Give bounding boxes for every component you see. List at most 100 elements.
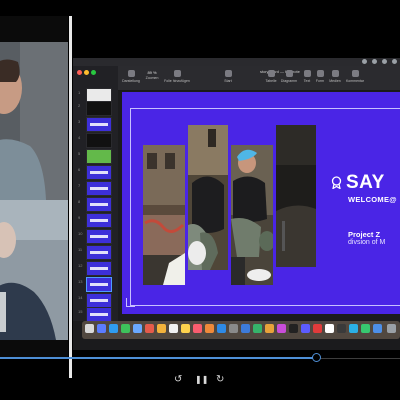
- toolbar-button-comment[interactable]: Kommentar: [344, 70, 366, 84]
- podcasts-icon[interactable]: [277, 324, 286, 333]
- minimize-window-icon[interactable]: [84, 70, 89, 75]
- photos-icon[interactable]: [157, 324, 166, 333]
- video-progress-played[interactable]: [0, 357, 316, 359]
- slide-thumbnail[interactable]: [86, 197, 112, 212]
- facetime-icon[interactable]: [361, 324, 370, 333]
- toolbar-button-shape[interactable]: Form: [314, 70, 326, 84]
- pause-icon[interactable]: ❚❚: [195, 375, 208, 385]
- slide-number: 7: [78, 183, 81, 188]
- menubar-icon[interactable]: [382, 59, 387, 64]
- photo-strip[interactable]: [143, 145, 185, 285]
- toolbar-button-text[interactable]: Text: [301, 70, 313, 84]
- award-icon: [331, 176, 342, 189]
- slide-number: 3: [78, 119, 81, 124]
- toolbar-button-table[interactable]: Tabelle: [264, 70, 278, 84]
- launchpad-icon[interactable]: [97, 324, 106, 333]
- slide-number: 8: [78, 199, 81, 204]
- photo-strip[interactable]: [231, 145, 273, 285]
- slide-thumbnail[interactable]: [86, 133, 112, 148]
- slide-frame-corner: [126, 298, 135, 307]
- settings-icon[interactable]: [229, 324, 238, 333]
- slide-thumbnail[interactable]: [86, 117, 112, 132]
- toolbar-label: Text: [303, 79, 311, 83]
- trash-icon[interactable]: [387, 324, 396, 333]
- slide-number: 13: [78, 279, 83, 284]
- notes-icon[interactable]: [181, 324, 190, 333]
- thumbnail-text: [90, 267, 108, 270]
- slide-thumbnail[interactable]: [86, 307, 112, 322]
- slide-thumbnail[interactable]: [86, 245, 112, 260]
- rewind-icon[interactable]: ↺: [174, 375, 182, 385]
- terminal-icon[interactable]: [289, 324, 298, 333]
- split-divider[interactable]: [69, 16, 72, 378]
- slide-number: 4: [78, 135, 81, 140]
- slide-thumbnail[interactable]: [86, 261, 112, 276]
- video-progress-remaining[interactable]: [316, 358, 400, 359]
- thumbnail-text: [90, 203, 108, 206]
- mail-icon[interactable]: [133, 324, 142, 333]
- teams-icon[interactable]: [301, 324, 310, 333]
- toolbar-label: Folie hinzufügen: [164, 79, 190, 83]
- app-store-icon[interactable]: [217, 324, 226, 333]
- toolbar-button-zoom[interactable]: 89 % Zoomen: [142, 70, 162, 84]
- thumbnail-text: [90, 219, 108, 222]
- forward-icon[interactable]: ↻: [216, 375, 224, 385]
- street-photo: [276, 125, 316, 267]
- messages-icon[interactable]: [121, 324, 130, 333]
- project-name: Project Z: [348, 230, 381, 239]
- participant-video-bottom[interactable]: [0, 200, 68, 340]
- pages-icon[interactable]: [265, 324, 274, 333]
- toolbar-label: Tabelle: [265, 79, 277, 83]
- video-playhead[interactable]: [312, 353, 321, 362]
- slide-thumbnail[interactable]: [86, 293, 112, 308]
- menubar-icon[interactable]: [392, 59, 397, 64]
- thumbnail-text: [90, 313, 108, 316]
- menubar-icon[interactable]: [362, 59, 367, 64]
- top-bar: [0, 0, 400, 16]
- maximize-window-icon[interactable]: [91, 70, 96, 75]
- photo-strip[interactable]: [276, 125, 316, 267]
- slide-thumbnail[interactable]: [86, 213, 112, 228]
- music-icon[interactable]: [193, 324, 202, 333]
- zoom-app-icon[interactable]: [349, 324, 358, 333]
- play-icon: [224, 70, 232, 77]
- safari-icon[interactable]: [109, 324, 118, 333]
- slide-thumbnail[interactable]: [86, 101, 112, 116]
- books-icon[interactable]: [205, 324, 214, 333]
- camera-icon[interactable]: [337, 324, 346, 333]
- slide-number: 10: [78, 231, 83, 236]
- participant-video-top[interactable]: [0, 42, 68, 200]
- comment-icon: [351, 70, 359, 77]
- shape-icon: [316, 70, 324, 77]
- menubar-icon[interactable]: [372, 59, 377, 64]
- slide-thumbnail[interactable]: [86, 229, 112, 244]
- slide-thumbnail[interactable]: [86, 149, 112, 164]
- person-silhouette-icon: [0, 42, 68, 200]
- slide-number: 14: [78, 295, 83, 300]
- toolbar-button-view[interactable]: Darstellung: [120, 70, 142, 84]
- keynote-icon[interactable]: [241, 324, 250, 333]
- slide-thumbnail[interactable]: [86, 165, 112, 180]
- adobe-icon[interactable]: [313, 324, 322, 333]
- thumbnail-text: [90, 299, 108, 302]
- slide-thumbnail[interactable]: [86, 181, 112, 196]
- maps-icon[interactable]: [145, 324, 154, 333]
- sidebar-icon: [127, 70, 135, 77]
- finder-icon[interactable]: [85, 324, 94, 333]
- toolbar-label: Medien: [329, 79, 341, 83]
- toolbar-label: Darstellung: [122, 79, 140, 83]
- close-window-icon[interactable]: [77, 70, 82, 75]
- media-icon: [331, 70, 339, 77]
- toolbar-button-media[interactable]: Medien: [328, 70, 342, 84]
- calendar-icon[interactable]: [169, 324, 178, 333]
- slide-thumbnail-selected[interactable]: [86, 277, 112, 292]
- toolbar-button-play[interactable]: Start: [220, 70, 236, 84]
- toolbar-button-add-slide[interactable]: Folie hinzufügen: [164, 70, 190, 84]
- slide-subtitle: WELCOME@: [348, 195, 397, 204]
- slide-number: 9: [78, 215, 81, 220]
- news-icon[interactable]: [325, 324, 334, 333]
- toolbar-button-chart[interactable]: Diagramm: [280, 70, 298, 84]
- photo-strip[interactable]: [188, 125, 228, 270]
- numbers-icon[interactable]: [253, 324, 262, 333]
- downloads-icon[interactable]: [373, 324, 382, 333]
